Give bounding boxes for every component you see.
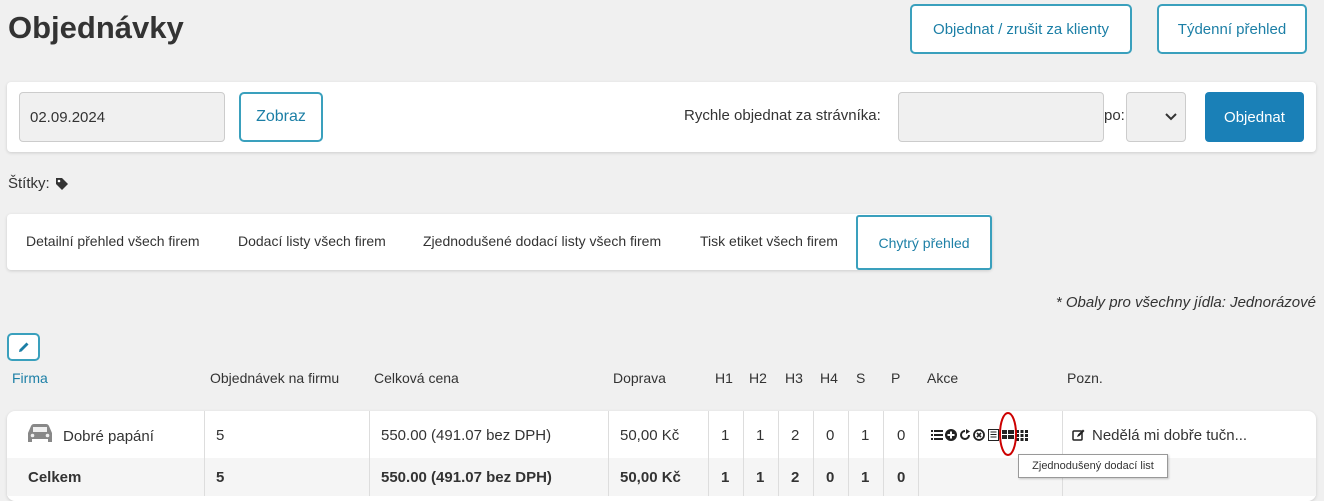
total-s: 1 bbox=[861, 469, 870, 486]
tab-detailed-overview[interactable]: Detailní přehled všech firem bbox=[26, 233, 200, 249]
header-h1: H1 bbox=[715, 370, 733, 386]
chevron-down-icon bbox=[1165, 113, 1177, 121]
row-h2: 1 bbox=[756, 427, 765, 444]
header-s: S bbox=[856, 370, 866, 386]
row-h1: 1 bbox=[721, 427, 730, 444]
total-label: Celkem bbox=[28, 469, 82, 486]
highlight-ring bbox=[999, 412, 1017, 456]
row-transport: 50,00 Kč bbox=[620, 427, 680, 444]
total-h4: 0 bbox=[826, 469, 835, 486]
quick-order-label: Rychle objednat za strávníka: bbox=[684, 107, 881, 124]
pencil-icon bbox=[18, 342, 28, 352]
total-h2: 1 bbox=[756, 469, 765, 486]
header-h2: H2 bbox=[749, 370, 767, 386]
cancel-circle-icon[interactable] bbox=[973, 429, 985, 441]
header-price: Celková cena bbox=[374, 370, 459, 386]
row-firma[interactable]: Dobré papání bbox=[63, 428, 154, 445]
header-h3: H3 bbox=[785, 370, 803, 386]
tab-delivery-notes[interactable]: Dodací listy všech firem bbox=[238, 233, 386, 249]
row-price: 550.00 (491.07 bez DPH) bbox=[381, 427, 552, 444]
row-orders: 5 bbox=[216, 427, 225, 444]
header-orders: Objednávek na firmu bbox=[210, 370, 340, 386]
weekly-overview-button[interactable]: Týdenní přehled bbox=[1157, 4, 1307, 54]
header-p: P bbox=[891, 370, 901, 386]
total-price: 550.00 (491.07 bez DPH) bbox=[381, 469, 552, 486]
quick-order-diner-input[interactable] bbox=[898, 92, 1104, 142]
tab-smart-overview[interactable]: Chytrý přehled bbox=[856, 215, 992, 270]
date-input[interactable]: 02.09.2024 bbox=[19, 92, 225, 142]
header-transport: Doprava bbox=[613, 370, 666, 386]
total-p: 0 bbox=[897, 469, 906, 486]
list-icon[interactable] bbox=[931, 429, 943, 441]
order-cancel-for-clients-button[interactable]: Objednat / zrušit za klienty bbox=[910, 4, 1132, 54]
row-s: 1 bbox=[861, 427, 870, 444]
header-actions: Akce bbox=[927, 370, 959, 386]
tab-label-printing[interactable]: Tisk etiket všech firem bbox=[700, 233, 838, 249]
car-icon bbox=[28, 424, 52, 442]
row-p: 0 bbox=[897, 427, 906, 444]
show-button[interactable]: Zobraz bbox=[239, 92, 323, 142]
row-h4: 0 bbox=[826, 427, 835, 444]
add-circle-icon[interactable] bbox=[945, 429, 957, 441]
page-title: Objednávky bbox=[8, 10, 184, 45]
row-note: Nedělá mi dobře tučn... bbox=[1092, 427, 1248, 444]
packaging-note: * Obaly pro všechny jídla: Jednorázové bbox=[1055, 294, 1316, 311]
share-icon[interactable] bbox=[959, 429, 971, 441]
total-transport: 50,00 Kč bbox=[620, 469, 681, 486]
total-h1: 1 bbox=[721, 469, 730, 486]
tooltip: Zjednodušený dodací list bbox=[1018, 454, 1168, 478]
total-h3: 2 bbox=[791, 469, 800, 486]
row-h3: 2 bbox=[791, 427, 800, 444]
order-button[interactable]: Objednat bbox=[1205, 92, 1304, 142]
header-firma[interactable]: Firma bbox=[12, 370, 48, 386]
tag-icon[interactable] bbox=[55, 177, 69, 191]
tab-simplified-delivery-notes[interactable]: Zjednodušené dodací listy všech firem bbox=[423, 233, 661, 249]
po-select[interactable] bbox=[1126, 92, 1186, 142]
po-label: po: bbox=[1104, 107, 1125, 124]
total-orders: 5 bbox=[216, 469, 225, 486]
edit-note-icon[interactable] bbox=[1072, 429, 1085, 442]
header-note: Pozn. bbox=[1067, 370, 1103, 386]
tags-label: Štítky: bbox=[8, 175, 50, 192]
edit-columns-button[interactable] bbox=[7, 333, 40, 361]
header-h4: H4 bbox=[820, 370, 838, 386]
